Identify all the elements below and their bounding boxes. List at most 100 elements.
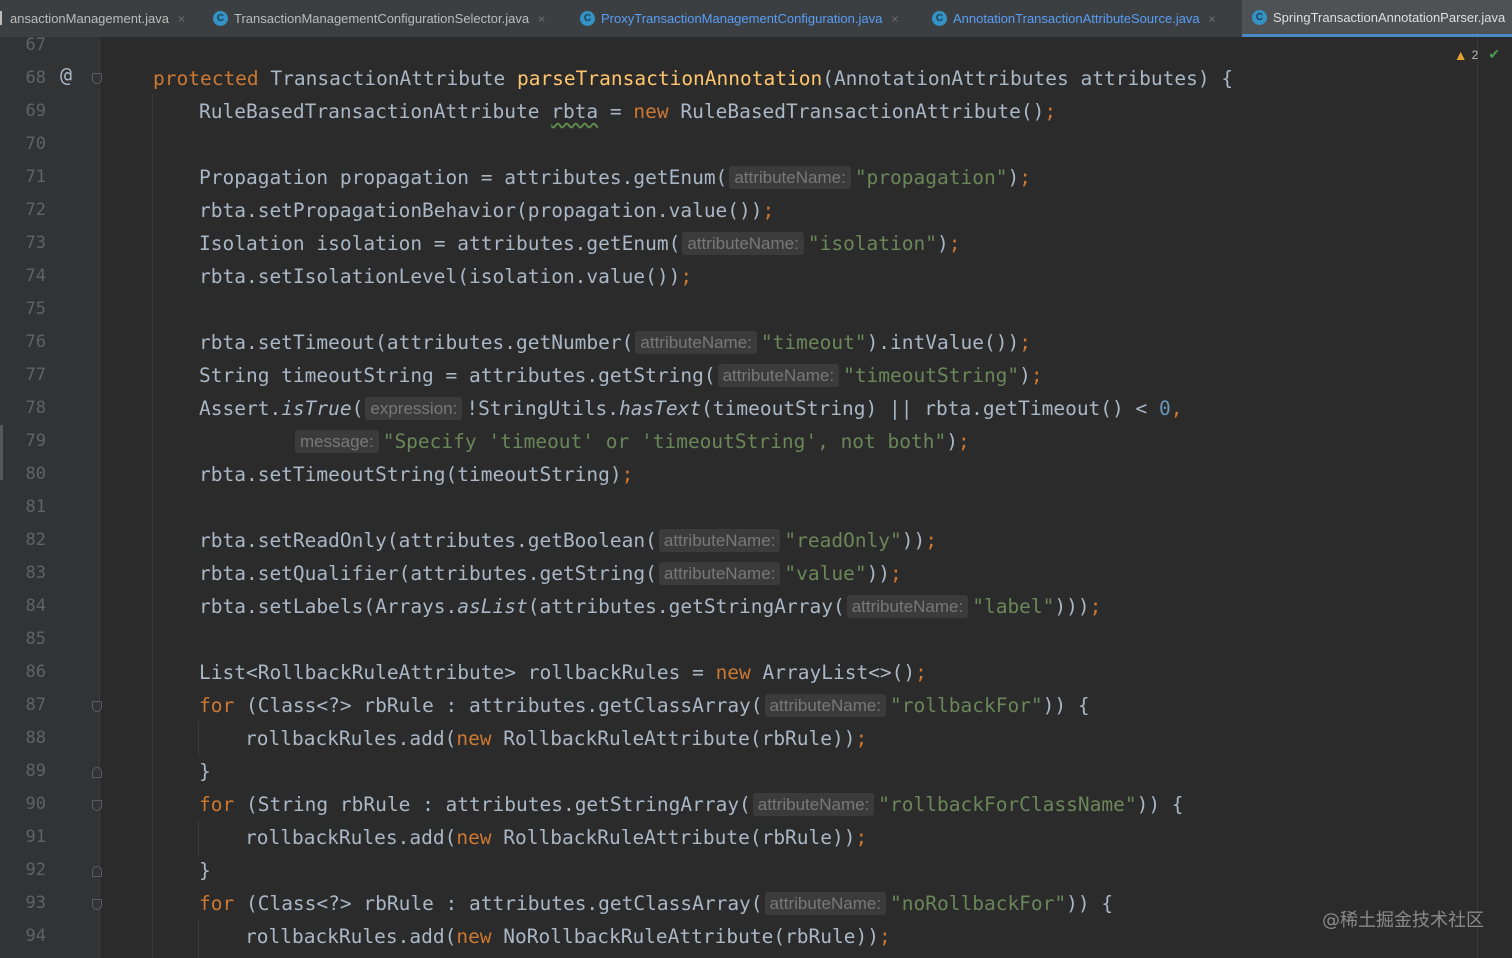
parameter-hint: message:: [295, 430, 379, 453]
line-number: 85: [25, 629, 46, 649]
line-number: 75: [25, 299, 46, 319]
line-number: 76: [25, 332, 46, 352]
code-line-91: rollbackRules.add(new RollbackRuleAttrib…: [245, 826, 868, 849]
line-number: 81: [25, 497, 46, 517]
fold-icon[interactable]: [92, 800, 102, 811]
code-line-86: List<RollbackRuleAttribute> rollbackRule…: [199, 661, 927, 684]
code-line-93: for (Class<?> rbRule : attributes.getCla…: [199, 892, 1114, 915]
code-line-84: rbta.setLabels(Arrays.asList(attributes.…: [199, 595, 1102, 618]
code-line-88: rollbackRules.add(new RollbackRuleAttrib…: [245, 727, 868, 750]
gutter-divider: [99, 37, 100, 958]
line-number: 89: [25, 761, 46, 781]
line-number: 77: [25, 365, 46, 385]
line-number: 74: [25, 266, 46, 286]
line-number: 90: [25, 794, 46, 814]
parameter-hint: attributeName:: [658, 562, 781, 585]
tab-label: TransactionManagementConfigurationSelect…: [234, 11, 530, 26]
line-number: 79: [25, 431, 46, 451]
line-number: 70: [25, 134, 46, 154]
code-line-82: rbta.setReadOnly(attributes.getBoolean(a…: [199, 529, 938, 552]
parameter-hint: attributeName:: [682, 232, 804, 255]
parameter-hint: attributeName:: [658, 529, 781, 552]
editor-tab-bar: ansactionManagement.java × C Transaction…: [0, 0, 1512, 38]
tab-annotation-attribute-source[interactable]: C AnnotationTransactionAttributeSource.j…: [932, 0, 1240, 37]
tab-edge-marker: [0, 11, 2, 25]
code-line-71: Propagation propagation = attributes.get…: [199, 166, 1031, 189]
indent-guide: [152, 94, 153, 958]
line-number: 80: [25, 464, 46, 484]
code-line-87: for (Class<?> rbRule : attributes.getCla…: [199, 694, 1090, 717]
fold-icon[interactable]: [92, 701, 102, 712]
tab-label: SpringTransactionAnnotationParser.java: [1273, 9, 1506, 25]
line-number: 87: [25, 695, 46, 715]
tab-configuration-selector[interactable]: C TransactionManagementConfigurationSele…: [213, 0, 573, 37]
close-icon[interactable]: ×: [891, 12, 898, 26]
line-number: 69: [25, 101, 46, 121]
line-number: 71: [25, 167, 46, 187]
code-line-89: }: [199, 760, 211, 783]
code-line-73: Isolation isolation = attributes.getEnum…: [199, 232, 961, 255]
class-icon: C: [1252, 9, 1267, 25]
class-icon: C: [932, 11, 947, 26]
tab-label: ansactionManagement.java: [10, 11, 169, 26]
parameter-hint: attributeName:: [764, 694, 887, 717]
code-line-77: String timeoutString = attributes.getStr…: [199, 364, 1043, 387]
parameter-hint: attributeName:: [764, 892, 887, 915]
parameter-hint: attributeName:: [729, 166, 851, 189]
line-number: 83: [25, 563, 46, 583]
tab-proxy-configuration[interactable]: C ProxyTransactionManagementConfiguratio…: [580, 0, 920, 37]
inspection-status[interactable]: ▲ 2 ✔: [1454, 46, 1500, 63]
line-number: 86: [25, 662, 46, 682]
error-stripe-divider: [1477, 37, 1478, 958]
fold-icon[interactable]: [92, 899, 102, 910]
parameter-hint: attributeName:: [846, 595, 969, 618]
line-number: 72: [25, 200, 46, 220]
tab-label: ProxyTransactionManagementConfiguration.…: [601, 11, 883, 26]
parameter-hint: expression:: [365, 397, 463, 420]
code-line-94: rollbackRules.add(new NoRollbackRuleAttr…: [245, 925, 891, 948]
code-line-69: RuleBasedTransactionAttribute rbta = new…: [199, 100, 1057, 123]
close-icon[interactable]: ×: [178, 12, 185, 26]
line-number: 91: [25, 827, 46, 847]
indent-guide: [198, 721, 199, 757]
class-icon: C: [580, 11, 595, 26]
close-icon[interactable]: ×: [1209, 12, 1216, 26]
fold-icon[interactable]: [92, 73, 102, 84]
code-line-80: rbta.setTimeoutString(timeoutString);: [199, 463, 634, 486]
line-number: 82: [25, 530, 46, 550]
close-icon[interactable]: ×: [538, 12, 545, 26]
watermark: @稀土掘金技术社区: [1322, 910, 1484, 931]
line-number: 93: [25, 893, 46, 913]
indent-guide: [198, 820, 199, 856]
parameter-hint: attributeName:: [717, 364, 840, 387]
line-number: 73: [25, 233, 46, 253]
warning-triangle-icon: ▲: [1453, 46, 1468, 63]
line-number: 94: [25, 926, 46, 946]
fold-icon[interactable]: [92, 767, 102, 778]
code-line-68: protected TransactionAttribute parseTran…: [153, 67, 1234, 90]
override-icon[interactable]: @: [60, 63, 72, 87]
code-line-83: rbta.setQualifier(attributes.getString(a…: [199, 562, 902, 585]
code-line-74: rbta.setIsolationLevel(isolation.value()…: [199, 265, 693, 288]
indent-guide: [198, 919, 199, 958]
code-line-72: rbta.setPropagationBehavior(propagation.…: [199, 199, 775, 222]
code-line-90: for (String rbRule : attributes.getStrin…: [199, 793, 1184, 816]
line-number: 78: [25, 398, 46, 418]
fold-icon[interactable]: [92, 866, 102, 877]
code-line-92: }: [199, 859, 211, 882]
parameter-hint: attributeName:: [752, 793, 875, 816]
class-icon: C: [213, 11, 228, 26]
line-number: 67: [25, 35, 46, 55]
check-icon: ✔: [1488, 46, 1500, 62]
parameter-hint: attributeName:: [635, 331, 757, 354]
tab-spring-annotation-parser[interactable]: C SpringTransactionAnnotationParser.java: [1242, 0, 1512, 37]
line-number: 88: [25, 728, 46, 748]
tab-label: AnnotationTransactionAttributeSource.jav…: [953, 11, 1200, 26]
line-number: 68: [25, 68, 46, 88]
code-line-76: rbta.setTimeout(attributes.getNumber(att…: [199, 331, 1031, 354]
warning-count: 2: [1471, 47, 1479, 62]
code-line-78: Assert.isTrue(expression: !StringUtils.ha…: [199, 397, 1183, 420]
code-line-79: message: "Specify 'timeout' or 'timeoutSt…: [293, 425, 970, 458]
line-number: 84: [25, 596, 46, 616]
code-editor[interactable]: 67 68 69 70 71 72 73 74 75 76 77 78 79 80 81 82 83 84 85 86…: [0, 35, 1512, 958]
